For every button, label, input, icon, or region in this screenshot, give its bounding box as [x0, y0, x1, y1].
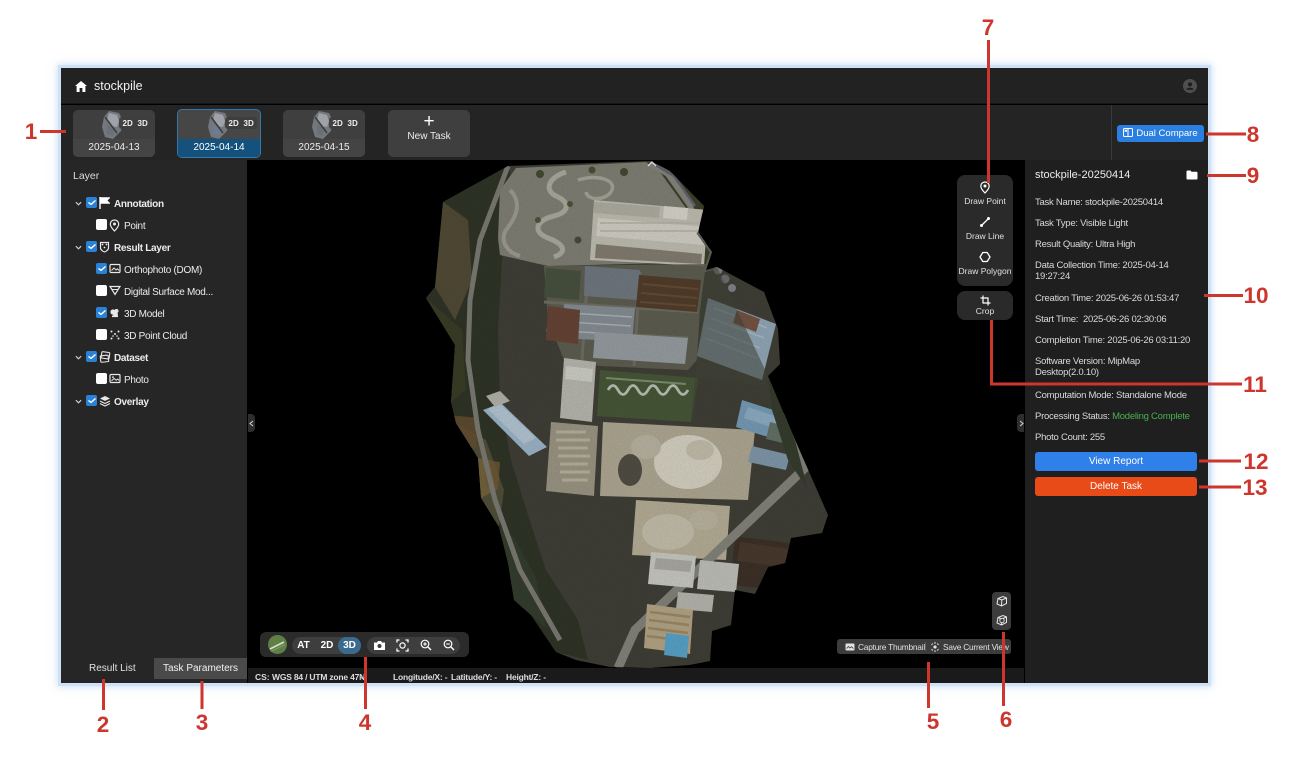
svg-text:12: 12 — [1243, 449, 1268, 474]
svg-text:3: 3 — [196, 710, 209, 735]
svg-text:5: 5 — [927, 709, 940, 734]
svg-text:2: 2 — [97, 712, 110, 737]
svg-text:13: 13 — [1242, 475, 1267, 500]
svg-text:1: 1 — [25, 119, 38, 144]
svg-text:6: 6 — [1000, 707, 1013, 732]
svg-text:4: 4 — [359, 710, 372, 735]
svg-text:7: 7 — [982, 15, 995, 40]
svg-text:10: 10 — [1243, 283, 1268, 308]
svg-text:11: 11 — [1243, 372, 1267, 397]
svg-text:9: 9 — [1247, 163, 1260, 188]
svg-text:8: 8 — [1247, 122, 1260, 147]
